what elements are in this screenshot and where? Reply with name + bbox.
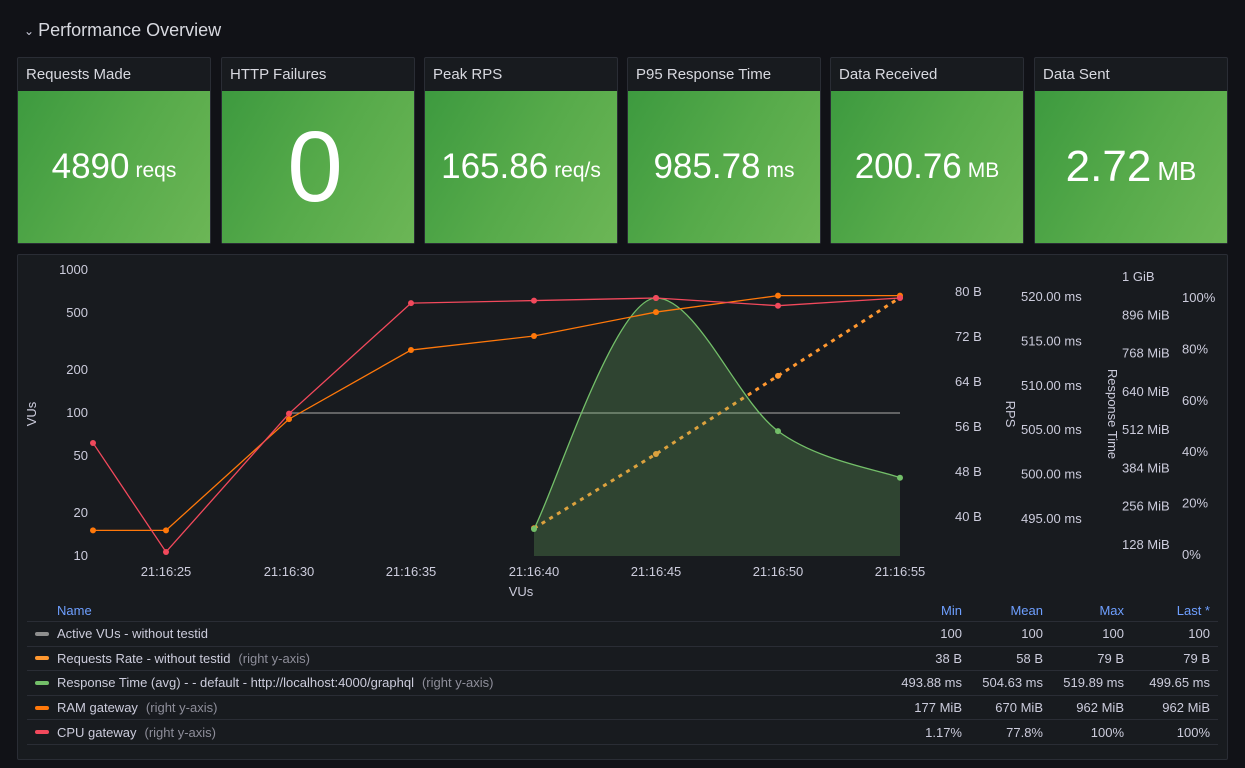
- stat-panel[interactable]: Peak RPS 165.86 req/s: [424, 57, 618, 244]
- legend-row[interactable]: CPU gateway (right y-axis) 1.17% 77.8% 1…: [27, 720, 1218, 745]
- stat-unit: MB: [967, 159, 1000, 182]
- stat-value-area: 2.72 MB: [1035, 91, 1227, 243]
- legend-max: 519.89 ms: [1063, 675, 1124, 691]
- legend-series-name: Requests Rate - without testid: [57, 650, 231, 666]
- legend-min: 1.17%: [925, 724, 962, 740]
- stat-title: HTTP Failures: [230, 66, 327, 83]
- stat-panel[interactable]: Data Sent 2.72 MB: [1034, 57, 1228, 244]
- chevron-down-icon: ⌄: [24, 23, 35, 38]
- series-color-swatch[interactable]: [35, 656, 49, 661]
- series-color-swatch[interactable]: [35, 631, 49, 636]
- legend-axis-note: (right y-axis): [144, 724, 216, 740]
- stat-value: 0: [287, 110, 343, 223]
- legend-header-max[interactable]: Max: [1051, 603, 1132, 618]
- legend-min: 493.88 ms: [901, 675, 962, 691]
- stat-value-area: 4890 reqs: [18, 91, 210, 243]
- stat-value-area: 0: [222, 91, 414, 243]
- stat-value: 985.78: [653, 147, 761, 186]
- legend-header-mean[interactable]: Mean: [970, 603, 1051, 618]
- row-header-performance-overview[interactable]: ⌄ Performance Overview: [24, 20, 221, 41]
- stat-unit: MB: [1157, 155, 1197, 186]
- stat-value: 4890: [51, 147, 130, 186]
- legend-last: 499.65 ms: [1149, 675, 1210, 691]
- legend-last: 962 MiB: [1162, 700, 1210, 716]
- legend-mean: 77.8%: [1006, 724, 1043, 740]
- legend-min: 100: [940, 626, 962, 642]
- legend-table: Name Min Mean Max Last * Active VUs - wi…: [27, 600, 1218, 745]
- legend-header-last[interactable]: Last *: [1132, 603, 1218, 618]
- stat-value-area: 985.78 ms: [628, 91, 820, 243]
- stat-title: Data Sent: [1043, 66, 1110, 83]
- stat-value: 200.76: [854, 147, 962, 186]
- legend-max: 100%: [1090, 724, 1124, 740]
- stat-title: Peak RPS: [433, 66, 503, 83]
- stat-panel[interactable]: P95 Response Time 985.78 ms: [627, 57, 821, 244]
- legend-mean: 100: [1021, 626, 1043, 642]
- stat-title: Requests Made: [26, 66, 132, 83]
- legend-header-name[interactable]: Name: [27, 603, 889, 618]
- stat-panel[interactable]: HTTP Failures 0: [221, 57, 415, 244]
- stat-value: 2.72: [1065, 142, 1152, 191]
- row-title: Performance Overview: [38, 20, 222, 40]
- legend-last: 100: [1188, 626, 1210, 642]
- series-color-swatch[interactable]: [35, 705, 49, 710]
- series-color-swatch[interactable]: [35, 730, 49, 735]
- legend-mean: 504.63 ms: [982, 675, 1043, 691]
- legend-series-name: Response Time (avg) - - default - http:/…: [57, 675, 414, 691]
- stat-unit: req/s: [554, 159, 601, 182]
- series-color-swatch[interactable]: [35, 680, 49, 685]
- legend-row[interactable]: RAM gateway (right y-axis) 177 MiB 670 M…: [27, 696, 1218, 721]
- stat-unit: reqs: [135, 159, 177, 182]
- legend-max: 79 B: [1097, 650, 1124, 666]
- legend-row[interactable]: Active VUs - without testid 100 100 100 …: [27, 622, 1218, 647]
- stat-title: Data Received: [839, 66, 938, 83]
- legend-series-name: Active VUs - without testid: [57, 626, 208, 642]
- legend-max: 100: [1102, 626, 1124, 642]
- legend-min: 177 MiB: [914, 700, 962, 716]
- stat-title: P95 Response Time: [636, 66, 772, 83]
- stat-value-area: 200.76 MB: [831, 91, 1023, 243]
- stat-panel[interactable]: Data Received 200.76 MB: [830, 57, 1024, 244]
- legend-axis-note: (right y-axis): [238, 650, 310, 666]
- stat-value: 165.86: [441, 147, 549, 186]
- legend-header-min[interactable]: Min: [889, 603, 970, 618]
- legend-series-name: CPU gateway: [57, 724, 137, 740]
- legend-axis-note: (right y-axis): [145, 700, 218, 716]
- legend-axis-note: (right y-axis): [421, 675, 494, 691]
- stat-panel[interactable]: Requests Made 4890 reqs: [17, 57, 211, 244]
- legend-row[interactable]: Response Time (avg) - - default - http:/…: [27, 671, 1218, 696]
- legend-min: 38 B: [935, 650, 962, 666]
- legend-max: 962 MiB: [1076, 700, 1124, 716]
- stat-unit: ms: [766, 159, 795, 182]
- legend-last: 100%: [1176, 724, 1210, 740]
- legend-series-name: RAM gateway: [57, 700, 138, 716]
- stat-value-area: 165.86 req/s: [425, 91, 617, 243]
- legend-last: 79 B: [1183, 650, 1210, 666]
- legend-mean: 670 MiB: [995, 700, 1043, 716]
- legend-row[interactable]: Requests Rate - without testid (right y-…: [27, 647, 1218, 672]
- legend-mean: 58 B: [1016, 650, 1043, 666]
- legend-header: Name Min Mean Max Last *: [27, 600, 1218, 622]
